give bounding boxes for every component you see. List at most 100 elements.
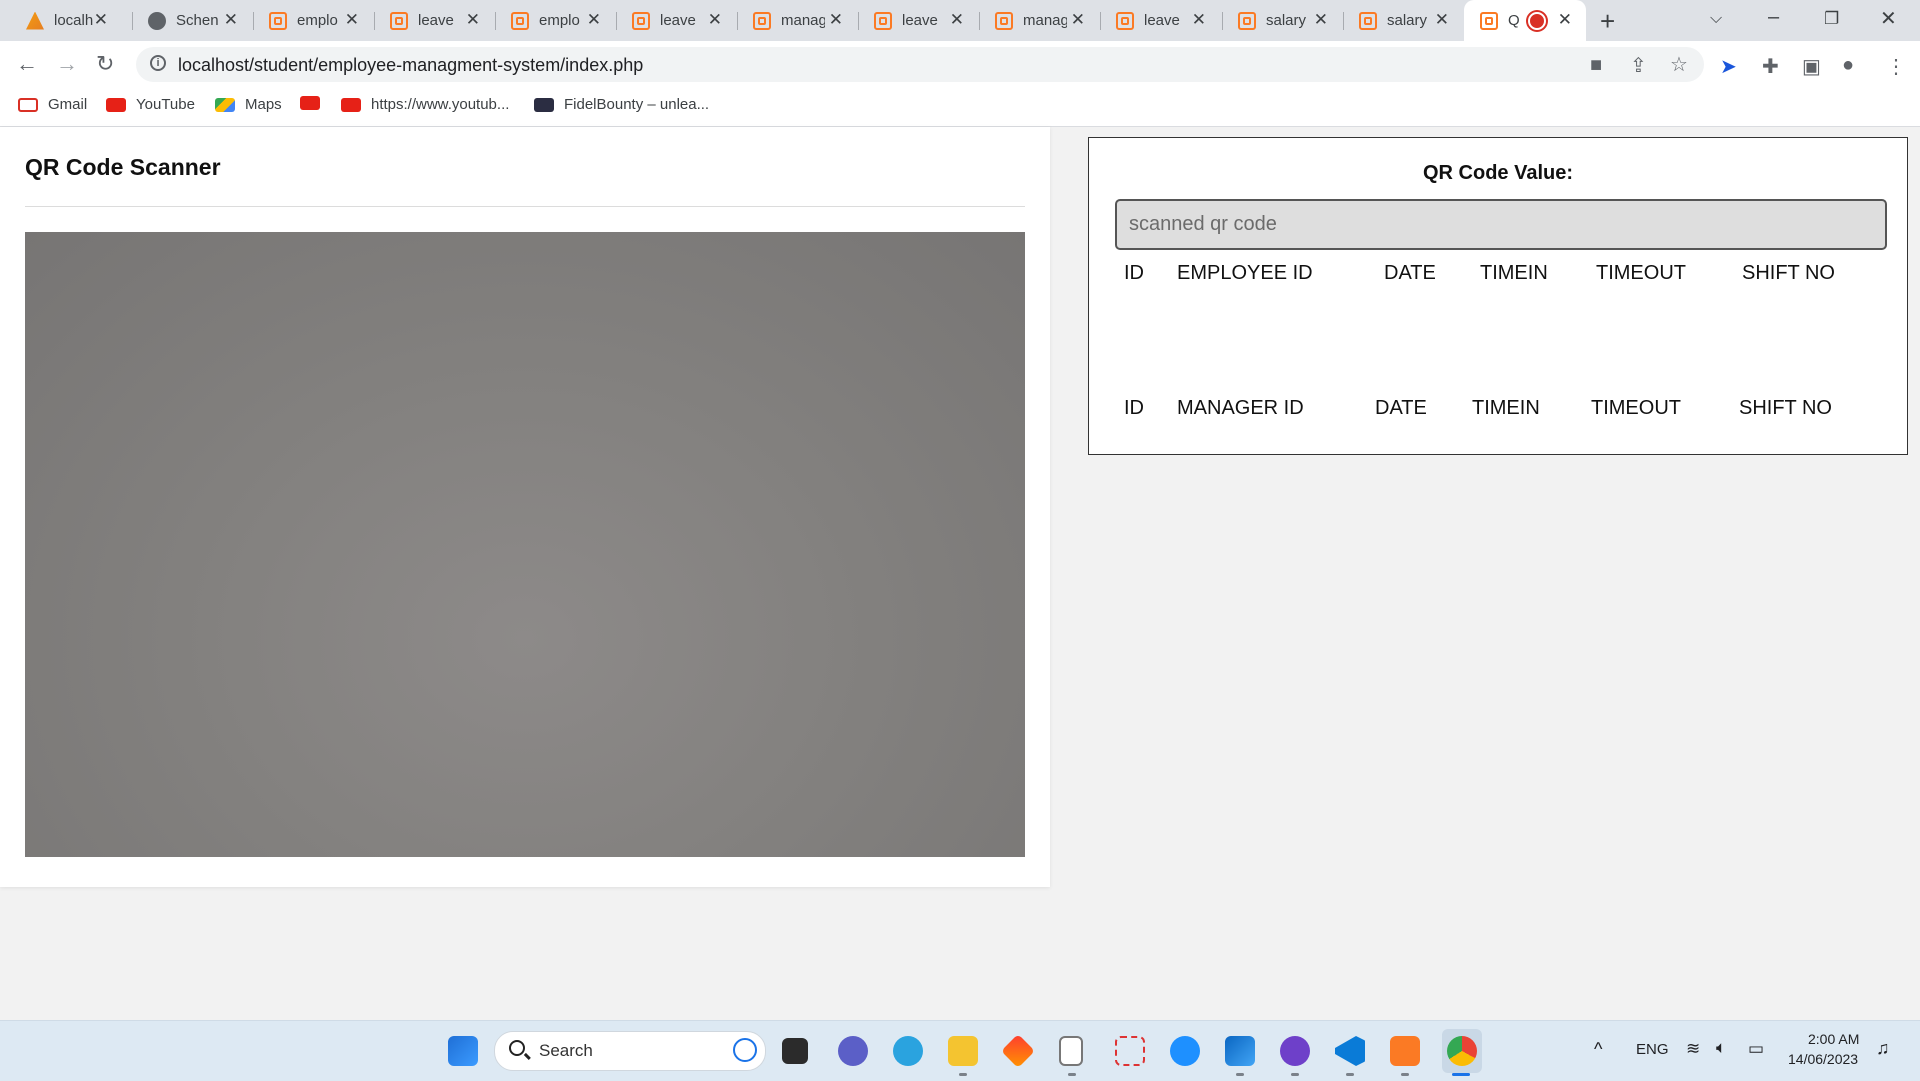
tab-employee[interactable]: emplo ✕ — [253, 0, 373, 41]
bookmark-fidelbounty[interactable]: FidelBounty – unlea... — [534, 96, 709, 113]
close-icon[interactable]: ✕ — [1435, 10, 1449, 30]
tab-label: salary — [1266, 12, 1307, 29]
xampp-icon — [1359, 11, 1377, 30]
youtube-icon — [106, 97, 126, 112]
minimize-icon[interactable]: – — [1768, 6, 1779, 29]
photos-icon[interactable] — [1225, 1036, 1255, 1066]
url-text[interactable]: localhost/student/employee-managment-sys… — [178, 55, 643, 76]
share-icon[interactable]: ⇪ — [1630, 53, 1647, 78]
tab-localhost[interactable]: localh ✕ — [10, 0, 122, 41]
tab-leave[interactable]: leave ✕ — [1100, 0, 1220, 41]
page-content: QR Code Scanner QR Code Value: ID EMPLOY… — [0, 127, 1920, 1020]
tab-leave[interactable]: leave ✕ — [616, 0, 736, 41]
bing-icon[interactable] — [733, 1038, 757, 1062]
site-info-icon[interactable]: i — [150, 55, 166, 71]
wifi-icon[interactable]: ≋ — [1686, 1039, 1700, 1059]
bookmark-gmail[interactable]: Gmail — [18, 96, 87, 113]
column-header: ID — [1124, 397, 1144, 419]
tab-search-chevron-icon[interactable]: ⌵ — [1710, 10, 1722, 28]
bookmark-star-icon[interactable]: ☆ — [1670, 52, 1688, 77]
anydesk-icon[interactable] — [1001, 1034, 1035, 1068]
scanned-qr-input[interactable] — [1115, 199, 1887, 250]
close-icon[interactable]: ✕ — [94, 10, 108, 30]
back-icon[interactable]: ← — [16, 51, 38, 77]
tab-schema[interactable]: Schen ✕ — [132, 0, 252, 41]
tab-salary[interactable]: salary ✕ — [1343, 0, 1463, 41]
close-icon[interactable]: ✕ — [950, 10, 964, 30]
windows-start-icon[interactable] — [448, 1036, 478, 1066]
tab-label: manag — [781, 12, 825, 29]
tab-leave[interactable]: leave ✕ — [374, 0, 494, 41]
new-tab-button[interactable]: + — [1600, 6, 1615, 37]
extension-arrow-icon[interactable]: ➤ — [1720, 54, 1737, 79]
close-icon[interactable]: ✕ — [466, 10, 480, 30]
scanner-card: QR Code Scanner — [0, 127, 1050, 887]
running-indicator — [1068, 1073, 1076, 1076]
column-header: TIMEIN — [1480, 262, 1548, 284]
forward-icon[interactable]: → — [56, 51, 78, 77]
search-icon — [509, 1040, 525, 1056]
language-indicator[interactable]: ENG — [1636, 1041, 1669, 1058]
close-icon[interactable]: ✕ — [829, 10, 843, 30]
tab-label: salary — [1387, 12, 1428, 29]
camera-in-use-icon[interactable]: ■ — [1590, 54, 1602, 77]
close-icon[interactable]: ✕ — [708, 10, 722, 30]
battery-icon[interactable]: ▭ — [1748, 1039, 1764, 1059]
chrome-icon[interactable] — [1447, 1036, 1477, 1066]
bookmark-youtube-unnamed[interactable] — [300, 96, 330, 110]
tab-manager[interactable]: manag ✕ — [737, 0, 857, 41]
menu-kebab-icon[interactable]: ⋮ — [1886, 54, 1906, 79]
xampp-icon — [874, 11, 892, 30]
maps-icon — [215, 97, 235, 112]
column-header: DATE — [1384, 262, 1436, 284]
reload-icon[interactable]: ↻ — [96, 51, 114, 77]
tab-qr-active[interactable]: Q ✕ — [1464, 0, 1586, 41]
window-close-icon[interactable]: ✕ — [1880, 6, 1897, 31]
tray-overflow-chevron-icon[interactable]: ^ — [1594, 1039, 1602, 1060]
bookmark-label: FidelBounty – unlea... — [564, 96, 710, 113]
close-icon[interactable]: ✕ — [345, 10, 359, 30]
clock-time[interactable]: 2:00 AM — [1808, 1031, 1859, 1047]
github-desktop-icon[interactable] — [1280, 1036, 1310, 1066]
vscode-icon[interactable] — [1335, 1036, 1365, 1066]
close-icon[interactable]: ✕ — [587, 10, 601, 30]
volume-icon[interactable]: 🔈︎ — [1716, 1038, 1726, 1058]
youtube-icon — [341, 97, 361, 112]
close-icon[interactable]: ✕ — [224, 10, 238, 30]
tab-manager[interactable]: manag ✕ — [979, 0, 1099, 41]
close-icon[interactable]: ✕ — [1558, 10, 1572, 30]
restore-icon[interactable]: ❐ — [1824, 9, 1839, 29]
qr-value-panel: QR Code Value: ID EMPLOYEE ID DATE TIMEI… — [1088, 137, 1908, 455]
bookmark-label: YouTube — [136, 96, 195, 113]
clock-date[interactable]: 14/06/2023 — [1788, 1051, 1858, 1067]
profile-avatar-icon[interactable]: ● — [1842, 54, 1854, 77]
xampp-icon[interactable] — [1390, 1036, 1420, 1066]
extensions-puzzle-icon[interactable]: ✚ — [1762, 54, 1779, 79]
tab-salary[interactable]: salary ✕ — [1222, 0, 1342, 41]
tab-employee[interactable]: emplo ✕ — [495, 0, 615, 41]
file-explorer-icon[interactable] — [948, 1036, 978, 1066]
side-panel-icon[interactable]: ▣ — [1802, 54, 1821, 79]
browser-toolbar: ← → ↻ i localhost/student/employee-manag… — [0, 41, 1920, 88]
close-icon[interactable]: ✕ — [1071, 10, 1085, 30]
snipping-tool-icon[interactable] — [1115, 1036, 1145, 1066]
close-icon[interactable]: ✕ — [1192, 10, 1206, 30]
tab-label: localh — [54, 12, 94, 29]
taskbar-search-box[interactable]: Search — [494, 1031, 766, 1071]
notification-bell-icon[interactable]: ♫ — [1876, 1038, 1890, 1059]
xampp-icon — [1238, 11, 1256, 30]
bookmark-maps[interactable]: Maps — [215, 96, 282, 113]
bookmark-youtube[interactable]: YouTube — [106, 96, 195, 113]
notepad-icon[interactable] — [1059, 1036, 1083, 1066]
tab-leave[interactable]: leave ✕ — [858, 0, 978, 41]
bookmark-youtube-link[interactable]: https://www.youtub... — [341, 96, 509, 113]
column-header: TIMEOUT — [1591, 397, 1681, 419]
teams-chat-icon[interactable] — [838, 1036, 868, 1066]
close-icon[interactable]: ✕ — [1314, 10, 1328, 30]
telegram-icon[interactable] — [893, 1036, 923, 1066]
address-bar[interactable]: i localhost/student/employee-managment-s… — [136, 47, 1704, 82]
help-icon[interactable] — [1170, 1036, 1200, 1066]
task-view-icon[interactable] — [782, 1038, 808, 1064]
column-header: EMPLOYEE ID — [1177, 262, 1313, 284]
xampp-icon — [995, 11, 1013, 30]
